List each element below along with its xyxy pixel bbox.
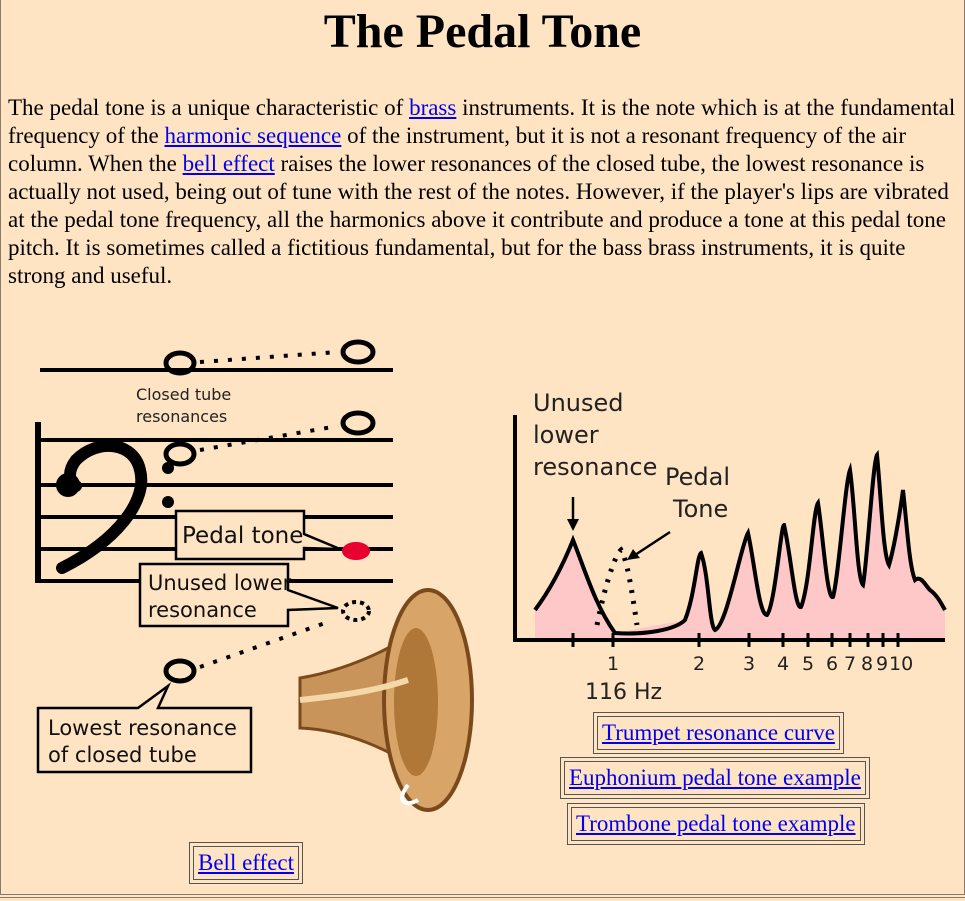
unused-arrowhead — [567, 519, 579, 531]
lowest-label-2: of closed tube — [48, 743, 197, 767]
tick-label: 2 — [693, 653, 705, 675]
lowest-label-1: Lowest resonance — [48, 716, 237, 740]
trombone-link-button[interactable]: Trombone pedal tone example — [567, 803, 865, 845]
page-title: The Pedal Tone — [323, 5, 642, 58]
curve-pedal-label-1: Pedal — [665, 463, 730, 491]
note-closed-tube-2 — [163, 441, 197, 467]
bell-effect-link[interactable]: Bell effect — [198, 850, 294, 875]
x-tick-labels: 1 2 3 4 5 6 7 8 9 10 — [607, 653, 913, 675]
trumpet-link-button[interactable]: Trumpet resonance curve — [593, 712, 844, 754]
bell-effect-link-button[interactable]: Bell effect — [189, 842, 303, 884]
euphonium-link-button[interactable]: Euphonium pedal tone example — [560, 757, 870, 799]
unused-label-2: resonance — [148, 598, 257, 622]
tick-label: 3 — [743, 653, 755, 675]
intro-paragraph: The pedal tone is a unique characteristi… — [8, 94, 960, 290]
brass-link[interactable]: brass — [409, 95, 456, 120]
brass-bell-icon — [298, 588, 474, 812]
tick-label: 7 — [844, 653, 856, 675]
staff-bell-figure: Closed tube resonances Pedal tone Unused… — [35, 339, 474, 812]
curve-unused-label-1: Unused — [533, 389, 624, 417]
closed-tube-label-2: resonances — [136, 407, 227, 426]
unused-resonance-callout: Unused lower resonance — [138, 562, 339, 628]
unused-resonance-note — [341, 600, 371, 622]
lowest-resonance-callout: Lowest resonance of closed tube — [36, 682, 253, 774]
euphonium-pedal-link[interactable]: Euphonium pedal tone example — [569, 765, 861, 790]
harmonic-sequence-link[interactable]: harmonic sequence — [164, 123, 341, 148]
note-harmonic-high — [340, 339, 376, 365]
tick-label: 9 — [876, 653, 888, 675]
pedal-arrow — [634, 530, 671, 557]
dotted-connector-1 — [199, 350, 339, 364]
closed-tube-label-1: Closed tube — [136, 385, 231, 404]
curve-unused-label-2: lower — [533, 421, 599, 449]
curve-unused-label-3: resonance — [533, 453, 657, 481]
tick-label: 10 — [889, 653, 913, 675]
pedal-tone-label: Pedal tone — [182, 523, 303, 549]
frequency-label: 116 Hz — [585, 680, 662, 705]
unused-label-1: Unused lower — [148, 571, 292, 595]
tick-label: 8 — [861, 653, 873, 675]
tick-label: 4 — [777, 653, 789, 675]
note-lowest-resonance — [163, 658, 197, 684]
pedal-tone-note — [342, 542, 370, 560]
bell-effect-inline-link[interactable]: bell effect — [183, 151, 275, 176]
resonance-curve-figure: Unused lower resonance Pedal Tone 1 2 3 … — [513, 389, 947, 705]
tick-label: 6 — [826, 653, 838, 675]
trombone-pedal-link[interactable]: Trombone pedal tone example — [576, 811, 856, 836]
tick-label: 1 — [607, 653, 619, 675]
trumpet-resonance-link[interactable]: Trumpet resonance curve — [602, 720, 835, 745]
note-closed-tube-3 — [340, 410, 376, 436]
intro-text-1: The pedal tone is a unique characteristi… — [8, 95, 410, 120]
pedal-arrowhead — [627, 549, 640, 560]
tick-label: 5 — [802, 653, 814, 675]
curve-pedal-label-2: Tone — [672, 495, 728, 523]
bottom-rule — [0, 894, 965, 898]
dotted-connector-3 — [199, 620, 329, 669]
